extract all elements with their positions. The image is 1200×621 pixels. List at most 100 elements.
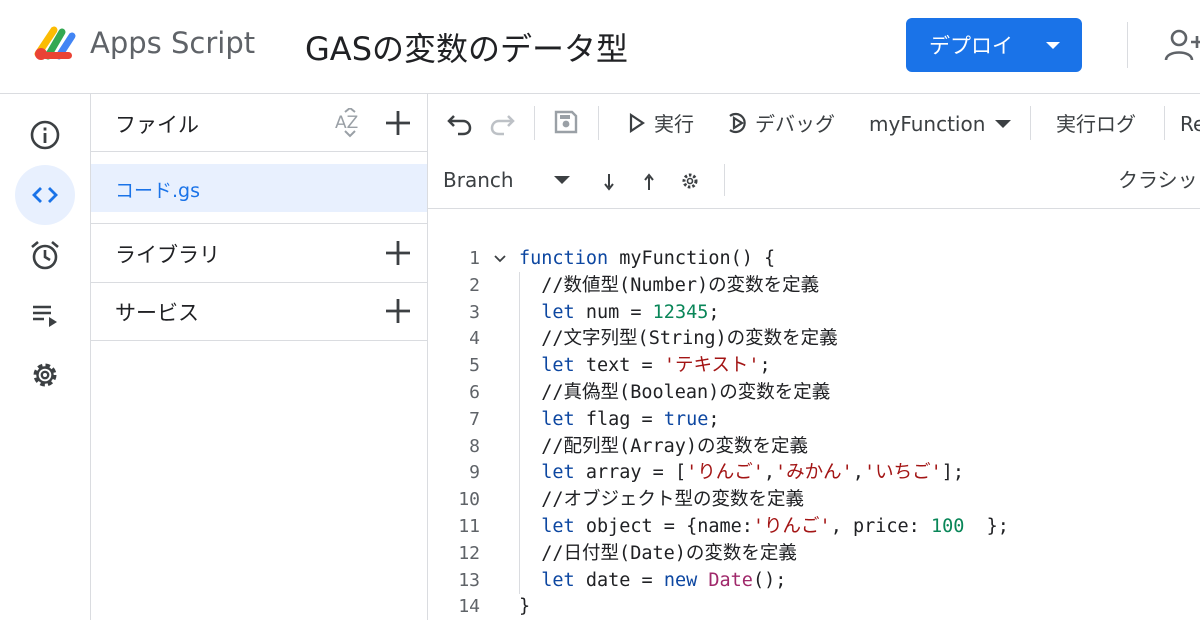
branch-select[interactable]: Branch (443, 168, 570, 192)
arrow-up-icon[interactable] (642, 172, 656, 192)
code-token: 100 (930, 515, 965, 537)
code-token: num = (574, 301, 653, 323)
code-token: 'テキスト' (663, 355, 760, 377)
services-label: サービス (115, 301, 199, 325)
code-line[interactable]: 5 let text = 'テキスト'; (428, 353, 1200, 380)
alarm-clock-icon (31, 241, 59, 270)
save-icon[interactable] (553, 109, 579, 135)
code-line[interactable]: 9 let array = ['りんご','みかん','いちご']; (428, 460, 1200, 487)
code-token: function (519, 248, 609, 269)
project-title[interactable]: GASの変数のデータ型 (305, 24, 628, 70)
code-text: let flag = true; (519, 407, 719, 434)
chevron-down-icon (1046, 42, 1060, 49)
add-service-icon[interactable] (383, 296, 413, 326)
code-text: let text = 'テキスト'; (519, 353, 770, 380)
nav-rail (0, 94, 91, 620)
editor-toolbar: 実行 デバッグ myFunction 実行ログ Re (428, 94, 1200, 152)
execution-log-button[interactable]: 実行ログ (1056, 108, 1136, 137)
code-line[interactable]: 8 //配列型(Array)の変数を定義 (428, 434, 1200, 461)
gear-icon[interactable] (680, 171, 700, 191)
code-line[interactable]: 13 let date = new Date(); (428, 568, 1200, 595)
debug-button[interactable]: デバッグ (725, 108, 835, 137)
code-text: //真偽型(Boolean)の変数を定義 (519, 380, 830, 407)
line-number: 5 (469, 355, 480, 377)
line-number: 2 (469, 274, 480, 296)
fold-chevron-icon[interactable] (494, 255, 506, 263)
code-line[interactable]: 3 let num = 12345; (428, 300, 1200, 327)
code-line[interactable]: 11 let object = {name:'りんご', price: 100 … (428, 514, 1200, 541)
code-text: let array = ['りんご','みかん','いちご']; (519, 460, 964, 487)
line-number: 14 (458, 596, 480, 618)
truncated-button[interactable]: Re (1180, 112, 1200, 136)
arrow-down-icon[interactable] (602, 172, 616, 192)
code-line[interactable]: 2 //数値型(Number)の変数を定義 (428, 273, 1200, 300)
add-file-icon[interactable] (383, 108, 413, 138)
code-token: //配列型(Array)の変数を定義 (519, 435, 809, 457)
libraries-label: ライブラリ (115, 243, 220, 267)
function-select[interactable]: myFunction (869, 112, 1012, 136)
code-token: 'いちご' (863, 462, 942, 484)
code-token: let (519, 408, 575, 430)
nav-editor[interactable] (15, 165, 75, 225)
add-person-icon[interactable] (1164, 28, 1200, 62)
code-token: myFunction() { (608, 248, 776, 269)
code-line[interactable]: 12 //日付型(Date)の変数を定義 (428, 541, 1200, 568)
editor-area: 実行 デバッグ myFunction 実行ログ Re Branch クラシッ 1… (428, 94, 1200, 620)
code-token: //日付型(Date)の変数を定義 (519, 542, 797, 564)
libraries-row: ライブラリ (91, 223, 427, 283)
code-token: new (663, 569, 698, 591)
info-icon (30, 120, 60, 150)
app-name[interactable]: Apps Script (90, 26, 255, 60)
files-panel: ファイル AZ コード.gs ライブラリ サービス (91, 94, 428, 620)
deploy-button[interactable]: デプロイ (906, 18, 1082, 72)
code-icon (32, 187, 58, 203)
branch-toolbar: Branch クラシッ (428, 152, 1200, 209)
code-line[interactable]: 4 //文字列型(String)の変数を定義 (428, 326, 1200, 353)
function-select-value: myFunction (869, 112, 986, 136)
file-item[interactable]: コード.gs (91, 164, 427, 212)
code-line[interactable]: 6 //真偽型(Boolean)の変数を定義 (428, 380, 1200, 407)
line-number: 4 (469, 328, 480, 350)
chevron-down-icon (553, 176, 570, 184)
code-token: //数値型(Number)の変数を定義 (519, 274, 820, 296)
code-line[interactable]: 7 let flag = true; (428, 407, 1200, 434)
code-token: let (519, 569, 575, 591)
executions-icon (33, 305, 57, 327)
add-library-icon[interactable] (383, 238, 413, 268)
code-text: let object = {name:'りんご', price: 100 }; (519, 514, 1009, 541)
nav-executions[interactable] (15, 285, 75, 345)
classic-editor-button[interactable]: クラシッ (1118, 164, 1198, 193)
code-line[interactable]: 10 //オブジェクト型の変数を定義 (428, 487, 1200, 514)
nav-settings[interactable] (15, 345, 75, 405)
code-line[interactable]: 1 function myFunction() { (428, 246, 1200, 273)
code-token: let (519, 462, 575, 484)
code-token: let (519, 301, 575, 323)
nav-triggers[interactable] (15, 225, 75, 285)
apps-script-logo[interactable] (32, 24, 80, 64)
code-token: let (519, 515, 575, 537)
code-token: ; (708, 301, 720, 323)
sort-az-icon[interactable]: AZ (334, 108, 366, 138)
debug-icon (729, 112, 746, 133)
undo-icon[interactable] (446, 110, 474, 136)
redo-icon[interactable] (488, 110, 516, 136)
code-line[interactable]: 14} (428, 594, 1200, 621)
play-icon (629, 112, 645, 133)
code-token: flag = (574, 408, 664, 430)
code-text: } (519, 594, 530, 621)
code-token: 'みかん' (775, 462, 853, 484)
code-token: 'りんご' (752, 515, 831, 537)
classic-editor-label: クラシッ (1118, 168, 1198, 192)
line-number: 7 (469, 408, 480, 430)
line-number: 6 (469, 381, 480, 403)
code-token: (); (752, 569, 787, 591)
run-button[interactable]: 実行 (628, 108, 694, 137)
nav-overview[interactable] (15, 105, 75, 165)
code-text: let num = 12345; (519, 300, 720, 327)
code-token: } (519, 596, 531, 618)
code-text: //配列型(Array)の変数を定義 (519, 434, 808, 461)
code-editor[interactable]: 1 function myFunction() {2 //数値型(Number)の… (428, 246, 1200, 621)
code-text: let date = new Date(); (519, 568, 786, 595)
sort-label: AZ (335, 113, 358, 133)
